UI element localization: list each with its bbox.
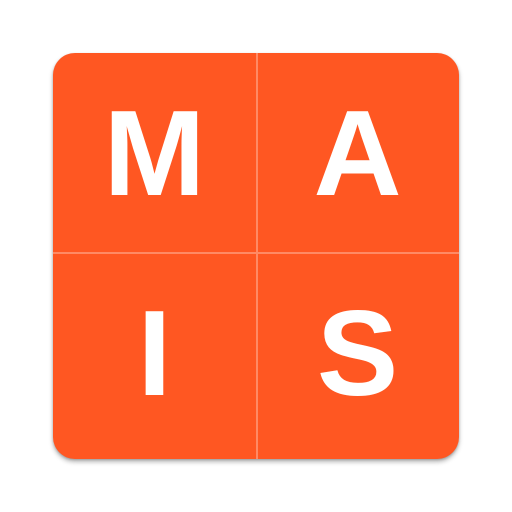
logo-cell-top-right: A (256, 53, 459, 253)
logo-letter-m: M (103, 85, 206, 221)
logo-letter-s: S (316, 285, 399, 421)
icon-canvas: M A I S (0, 0, 512, 512)
logo-letter-a: A (313, 85, 402, 221)
logo-cell-bottom-left: I (53, 253, 256, 453)
logo-cell-bottom-right: S (256, 253, 459, 453)
logo-letter-i: I (137, 285, 172, 421)
app-logo-icon: M A I S (53, 53, 459, 459)
logo-cell-top-left: M (53, 53, 256, 253)
